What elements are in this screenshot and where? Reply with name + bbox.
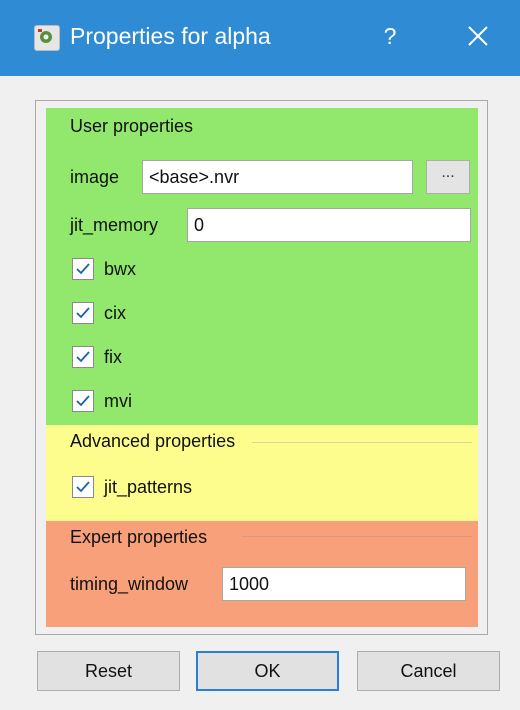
checkmark-icon bbox=[76, 351, 90, 363]
expert-properties-group: Expert properties timing_window bbox=[46, 521, 478, 627]
close-icon bbox=[468, 26, 488, 46]
app-icon bbox=[34, 25, 60, 51]
image-input[interactable] bbox=[142, 160, 413, 194]
checkbox-label: bwx bbox=[104, 259, 137, 279]
checkbox-box[interactable] bbox=[72, 390, 94, 412]
window-title: Properties for alpha bbox=[70, 23, 271, 49]
image-label: image bbox=[70, 167, 120, 187]
properties-frame: User properties image ... jit_memory bwx… bbox=[35, 100, 488, 635]
checkbox-label: cix bbox=[104, 303, 126, 323]
checkmark-icon bbox=[76, 307, 90, 319]
cancel-button[interactable]: Cancel bbox=[357, 651, 500, 691]
checkbox-label: fix bbox=[104, 347, 122, 367]
title-bar[interactable]: Properties for alpha ? bbox=[0, 0, 520, 76]
checkbox-box[interactable] bbox=[72, 258, 94, 280]
timing-window-input[interactable] bbox=[222, 567, 466, 601]
jit-memory-label: jit_memory bbox=[70, 215, 159, 235]
properties-dialog: Properties for alpha ? User properties i… bbox=[0, 0, 520, 710]
ok-button[interactable]: OK bbox=[196, 651, 339, 691]
user-properties-group: User properties image ... jit_memory bwx… bbox=[46, 108, 478, 425]
timing-window-label: timing_window bbox=[70, 574, 189, 594]
checkbox-label: jit_patterns bbox=[104, 477, 193, 497]
reset-button[interactable]: Reset bbox=[37, 651, 180, 691]
advanced-properties-group: Advanced properties jit_patterns bbox=[46, 425, 478, 521]
user-properties-title: User properties bbox=[70, 116, 194, 136]
checkmark-icon bbox=[76, 263, 90, 275]
checkbox-box[interactable] bbox=[72, 476, 94, 498]
checkbox-box[interactable] bbox=[72, 302, 94, 324]
help-button[interactable]: ? bbox=[368, 14, 412, 58]
checkbox-label: mvi bbox=[104, 391, 132, 411]
group-divider bbox=[252, 442, 472, 443]
jit-memory-input[interactable] bbox=[187, 208, 471, 242]
advanced-properties-title: Advanced properties bbox=[70, 431, 236, 451]
expert-properties-title: Expert properties bbox=[70, 527, 208, 547]
checkmark-icon bbox=[76, 395, 90, 407]
checkbox-box[interactable] bbox=[72, 346, 94, 368]
group-divider bbox=[242, 536, 472, 537]
image-browse-button[interactable]: ... bbox=[426, 160, 470, 194]
checkmark-icon bbox=[76, 481, 90, 493]
close-button[interactable] bbox=[454, 14, 502, 58]
